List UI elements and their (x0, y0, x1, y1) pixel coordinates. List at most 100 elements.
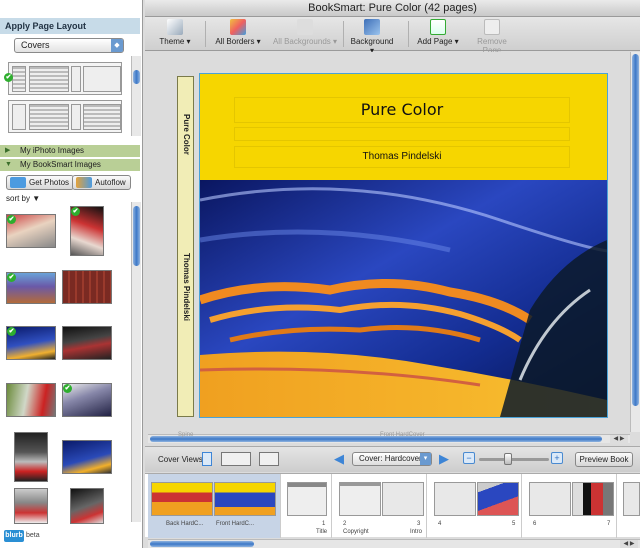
cover-type-select[interactable]: Cover: Hardcover ▾ (352, 452, 432, 466)
photo-thumb[interactable] (6, 383, 56, 417)
page-strip-scroll-thumb[interactable] (150, 541, 254, 547)
page-3-number: 3 (417, 521, 421, 527)
layout-scrollbar[interactable] (131, 56, 141, 136)
spread-8-9[interactable] (619, 474, 640, 538)
used-check-icon: ✔ (7, 327, 16, 336)
photo-thumb[interactable] (14, 432, 48, 482)
page-6-thumb[interactable] (529, 482, 571, 516)
front-view-label: Front HardCover (380, 432, 425, 438)
page-3-name: Intro (410, 529, 423, 535)
front-cover[interactable]: Pure Color Thomas Pindelski (199, 73, 608, 418)
autoflow-button[interactable]: Autoflow (72, 175, 131, 190)
spread-2-3[interactable]: 2 Copyright 3 Intro (335, 474, 427, 538)
single-cover-view-icon[interactable] (202, 452, 212, 466)
theme-label: Theme ▾ (159, 37, 191, 46)
photo-thumb[interactable] (62, 440, 112, 474)
spine-author[interactable]: Thomas Pindelski (178, 247, 195, 327)
zoom-in-icon[interactable]: + (551, 452, 563, 464)
canvas-v-scrollbar[interactable] (630, 52, 640, 432)
cover-title-box (234, 127, 570, 141)
cover-type-value: Cover: Hardcover (359, 454, 422, 463)
autoflow-label: Autoflow (95, 178, 126, 187)
download-icon (10, 177, 26, 188)
page-1-thumb[interactable] (287, 482, 327, 516)
page-4-number: 4 (438, 521, 442, 527)
page-2-name: Copyright (343, 529, 369, 535)
layout-thumb-1[interactable] (8, 62, 122, 95)
beta-label: beta (26, 532, 40, 539)
zoom-slider-knob[interactable] (503, 453, 512, 465)
page-2-thumb[interactable] (339, 482, 381, 516)
page-6-number: 6 (533, 521, 537, 527)
photo-thumb[interactable] (62, 270, 112, 304)
spine-title[interactable]: Pure Color (178, 99, 195, 169)
photos-scroll-thumb[interactable] (133, 206, 140, 266)
strip-scroll-arrows[interactable]: ◀ ▶ (620, 540, 638, 548)
add-page-button[interactable]: Add Page ▾ (417, 19, 459, 49)
view-labels: Spine Front HardCover (145, 432, 630, 440)
spine-view-label: Spine (178, 432, 194, 438)
photo-thumb[interactable] (14, 488, 48, 524)
back-cover-label: Back HardC... (166, 521, 204, 527)
photos-scrollbar[interactable] (131, 202, 141, 522)
page-5-thumb[interactable] (477, 482, 519, 516)
photo-thumb[interactable] (62, 326, 112, 360)
get-photos-button[interactable]: Get Photos (6, 175, 75, 190)
all-borders-button[interactable]: All Borders ▾ (211, 19, 265, 49)
source-booksmart-label: My BookSmart Images (20, 160, 101, 169)
layout-select[interactable]: Covers ◆ (14, 38, 124, 53)
all-backgrounds-button[interactable]: All Backgrounds ▾ (271, 19, 339, 49)
disclosure-down-icon: ▼ (5, 161, 12, 168)
page-3-thumb[interactable] (382, 482, 424, 516)
chevron-updown-icon: ◆ (111, 39, 123, 52)
spread-cover[interactable]: Back HardC... Front HardC... (148, 474, 281, 538)
cover-photo[interactable] (200, 180, 607, 417)
cover-author[interactable]: Thomas Pindelski (234, 146, 570, 168)
layout-thumb-2[interactable] (8, 100, 122, 133)
spread-title[interactable]: 1 Title (282, 474, 332, 538)
photo-thumb[interactable] (70, 488, 104, 524)
cover-title[interactable]: Pure Color (234, 97, 570, 123)
page-4-thumb[interactable] (434, 482, 476, 516)
page-strip-scrollbar[interactable]: ◀ ▶ (148, 539, 640, 548)
cover-views-label: Cover Views (158, 455, 203, 464)
cover-title-area: Pure Color Thomas Pindelski (200, 74, 607, 180)
preview-book-button[interactable]: Preview Book (575, 452, 633, 467)
remove-page-button[interactable]: Remove Page (469, 19, 515, 55)
sort-by-menu[interactable]: sort by ▼ (6, 194, 40, 203)
toolbar: Theme ▾ All Borders ▾ All Backgrounds ▾ … (145, 17, 640, 55)
used-check-icon: ✔ (71, 207, 80, 216)
page-8-thumb[interactable] (623, 482, 640, 516)
zoom-slider[interactable] (479, 458, 549, 461)
autoflow-icon (76, 177, 92, 188)
next-page-arrow-icon[interactable]: ▶ (437, 451, 451, 467)
page-7-number: 7 (607, 521, 611, 527)
background-button[interactable]: Background ▾ (349, 19, 395, 55)
page-1-name: Title (316, 529, 328, 535)
layout-scroll-thumb[interactable] (133, 70, 140, 84)
spread-view-icon[interactable] (221, 452, 251, 466)
grid-view-icon[interactable] (259, 452, 279, 466)
window-title: BookSmart: Pure Color (42 pages) (145, 0, 640, 17)
spread-6-7[interactable]: 6 7 (525, 474, 617, 538)
page-2-number: 2 (343, 521, 347, 527)
back-cover-thumb[interactable] (151, 482, 213, 516)
selected-check-icon: ✔ (4, 73, 13, 82)
left-panel: Apply Page Layout Covers ◆ ✔ ▶ My iPhoto… (0, 0, 143, 548)
blurb-logo: blurb (4, 530, 24, 542)
used-check-icon: ✔ (7, 215, 16, 224)
prev-page-arrow-icon[interactable]: ◀ (332, 451, 346, 467)
backgrounds-icon (297, 19, 313, 35)
spread-4-5[interactable]: 4 5 (430, 474, 522, 538)
source-iphoto-label: My iPhoto Images (20, 146, 85, 155)
disclosure-right-icon: ▶ (5, 147, 11, 154)
chevron-down-icon: ▾ (420, 453, 431, 465)
canvas-v-scroll-thumb[interactable] (632, 54, 639, 406)
zoom-out-icon[interactable]: − (463, 452, 475, 464)
source-iphoto[interactable]: ▶ My iPhoto Images (0, 145, 140, 157)
theme-button[interactable]: Theme ▾ (155, 19, 195, 49)
source-booksmart[interactable]: ▼ My BookSmart Images (0, 159, 140, 171)
page-7-thumb[interactable] (572, 482, 614, 516)
book-spine[interactable]: Pure Color Thomas Pindelski (177, 76, 194, 417)
front-cover-thumb[interactable] (214, 482, 276, 516)
